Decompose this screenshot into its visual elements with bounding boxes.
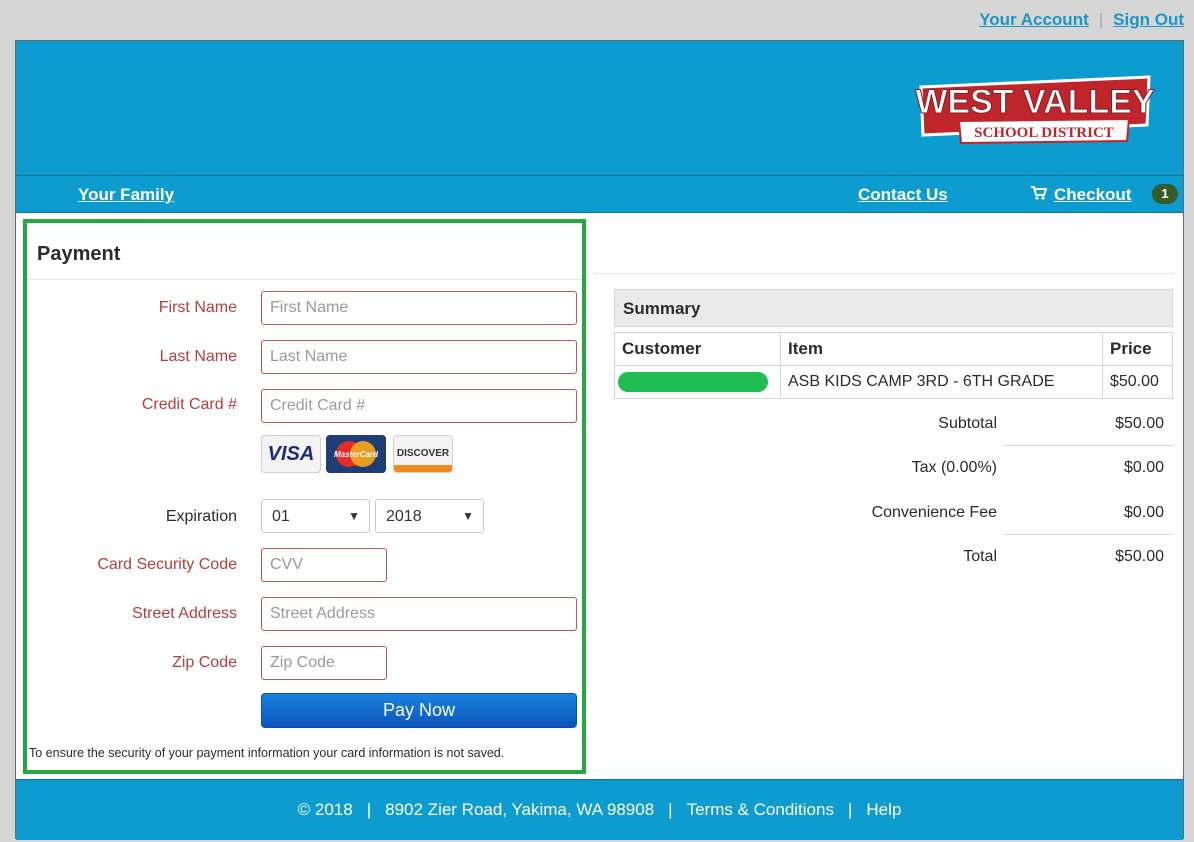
table-header-row: Customer Item Price	[614, 332, 1173, 366]
top-links: Your Account | Sign Out	[979, 10, 1184, 30]
footer-separator: |	[366, 800, 372, 819]
nav-contact-us[interactable]: Contact Us	[858, 185, 948, 205]
zip-code-input[interactable]	[261, 646, 387, 680]
subtotal-row: Subtotal $50.00	[614, 401, 1173, 445]
cart-icon[interactable]	[1031, 186, 1047, 200]
column-header-item: Item	[780, 332, 1103, 366]
district-logo: WEST VALLEY SCHOOL DISTRICT	[915, 75, 1155, 145]
chevron-down-icon: ▼	[462, 509, 474, 523]
convenience-fee-label: Convenience Fee	[871, 504, 997, 521]
cart-count-badge: 1	[1152, 184, 1178, 204]
last-name-input[interactable]	[261, 340, 577, 374]
table-row: ASB KIDS CAMP 3RD - 6TH GRADE $50.00	[614, 365, 1173, 399]
cvv-label: Card Security Code	[97, 556, 237, 573]
tax-row: Tax (0.00%) $0.00	[614, 445, 1173, 489]
svg-text:MasterCard: MasterCard	[334, 450, 379, 459]
convenience-fee-row: Convenience Fee $0.00	[614, 490, 1173, 534]
tax-label: Tax (0.00%)	[911, 459, 997, 476]
mastercard-logo: MasterCard	[326, 435, 386, 473]
top-links-separator: |	[1098, 10, 1104, 29]
price-cell: $50.00	[1102, 365, 1173, 399]
help-link[interactable]: Help	[866, 800, 901, 819]
expiration-label: Expiration	[165, 508, 237, 525]
subtotal-value: $50.00	[1115, 415, 1164, 432]
page-frame: WEST VALLEY SCHOOL DISTRICT Your Family …	[15, 40, 1184, 840]
discover-logo: DISCOVER	[393, 435, 453, 473]
last-name-label: Last Name	[159, 348, 237, 365]
first-name-input[interactable]	[261, 291, 577, 325]
zip-code-label: Zip Code	[172, 654, 237, 671]
customer-cell	[614, 365, 781, 399]
footer-separator: |	[847, 800, 853, 819]
logo-subtitle: SCHOOL DISTRICT	[974, 125, 1114, 141]
footer: © 2018 | 8902 Zier Road, Yakima, WA 98908 |…	[16, 779, 1183, 840]
chevron-down-icon: ▼	[348, 509, 360, 523]
footer-separator: |	[668, 800, 673, 819]
summary-header: Summary	[614, 289, 1173, 327]
first-name-label: First Name	[158, 299, 237, 316]
footer-address: 8902 Zier Road, Yakima, WA 98908	[385, 800, 655, 819]
expiration-month-value: 01	[272, 508, 290, 525]
street-address-input[interactable]	[261, 597, 577, 631]
payment-divider	[27, 279, 582, 280]
expiration-year-select[interactable]: 2018 ▼	[375, 499, 484, 533]
street-address-label: Street Address	[132, 605, 237, 622]
sign-out-link[interactable]: Sign Out	[1113, 10, 1184, 29]
convenience-fee-value: $0.00	[1123, 504, 1164, 521]
header-banner: WEST VALLEY SCHOOL DISTRICT	[16, 41, 1183, 175]
navbar: Your Family Contact Us Checkout 1	[16, 175, 1183, 213]
pay-now-button[interactable]: Pay Now	[261, 693, 577, 728]
tax-value: $0.00	[1123, 459, 1164, 476]
credit-card-label: Credit Card #	[141, 396, 237, 413]
payment-title: Payment	[37, 243, 121, 265]
summary-top-divider	[594, 273, 1174, 274]
credit-card-input[interactable]	[261, 389, 577, 423]
visa-logo: VISA	[261, 435, 321, 473]
payment-panel: Payment First Name Last Name Credit Card…	[23, 219, 586, 774]
discover-text: DISCOVER	[396, 448, 450, 459]
expiration-year-value: 2018	[386, 508, 422, 525]
your-account-link[interactable]: Your Account	[979, 10, 1089, 29]
order-items-table: Customer Item Price ASB KIDS CAMP 3RD - …	[614, 332, 1173, 399]
total-row: Total $50.00	[614, 534, 1173, 578]
terms-link[interactable]: Terms & Conditions	[687, 800, 834, 819]
cvv-input[interactable]	[261, 548, 387, 582]
total-value: $50.00	[1115, 548, 1164, 565]
column-header-price: Price	[1102, 332, 1173, 366]
redacted-customer-name	[618, 372, 768, 392]
nav-your-family[interactable]: Your Family	[78, 185, 174, 205]
nav-checkout[interactable]: Checkout	[1054, 185, 1131, 205]
expiration-month-select[interactable]: 01 ▼	[261, 499, 370, 533]
security-note: To ensure the security of your payment i…	[29, 746, 505, 760]
total-label: Total	[963, 548, 997, 565]
subtotal-label: Subtotal	[938, 415, 997, 432]
column-header-customer: Customer	[614, 332, 781, 366]
logo-title: WEST VALLEY	[915, 83, 1155, 121]
footer-copyright: © 2018	[297, 800, 353, 819]
item-cell: ASB KIDS CAMP 3RD - 6TH GRADE	[780, 365, 1103, 399]
